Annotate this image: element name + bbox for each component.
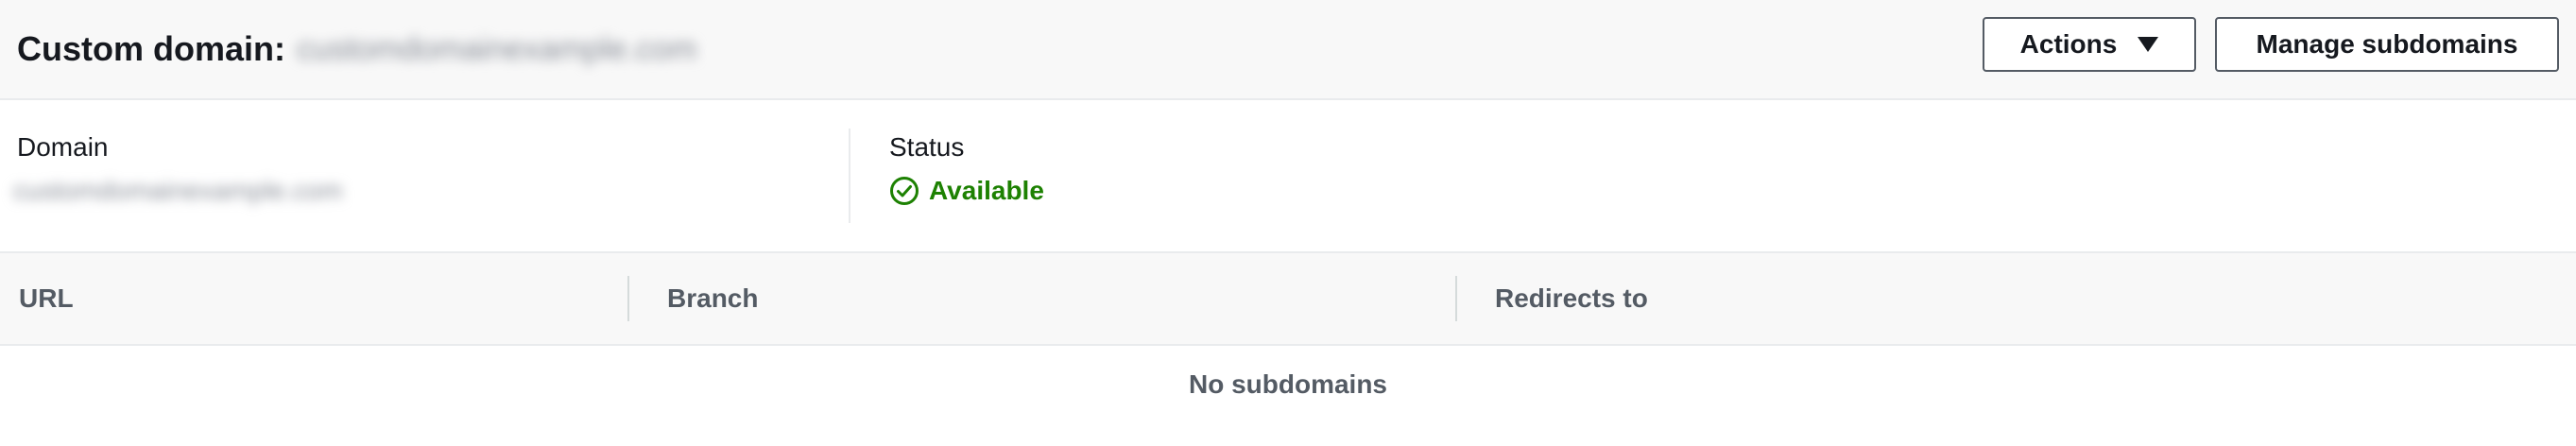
caret-down-icon <box>2138 37 2159 52</box>
subdomains-table-header: URL Branch Redirects to <box>0 253 2576 346</box>
status-label: Status <box>889 132 965 162</box>
check-circle-icon <box>890 177 919 205</box>
domain-label: Domain <box>17 132 109 162</box>
column-header-redirects-to[interactable]: Redirects to <box>1495 253 1648 344</box>
domain-details: Domain customdomainexample.com Status Av… <box>0 102 2576 253</box>
page-header: Custom domain: customdomainexample.com A… <box>0 0 2576 100</box>
column-header-branch[interactable]: Branch <box>667 253 758 344</box>
status-value: Available <box>929 176 1044 205</box>
column-divider <box>1455 276 1457 321</box>
details-divider <box>849 129 850 223</box>
actions-dropdown-button[interactable]: Actions <box>1983 17 2196 72</box>
manage-subdomains-button[interactable]: Manage subdomains <box>2215 17 2559 72</box>
domain-value-redacted: customdomainexample.com <box>13 176 343 205</box>
actions-button-label: Actions <box>2019 29 2118 59</box>
empty-table-message: No subdomains <box>1188 369 1387 399</box>
manage-subdomains-label: Manage subdomains <box>2256 29 2518 59</box>
column-divider <box>627 276 629 321</box>
page-title: Custom domain: <box>17 29 285 68</box>
status-indicator: Available <box>889 176 1044 206</box>
column-header-url[interactable]: URL <box>19 253 74 344</box>
custom-domain-name-redacted: customdomainexample.com <box>297 30 697 67</box>
title-wrap: Custom domain: customdomainexample.com <box>17 29 696 69</box>
